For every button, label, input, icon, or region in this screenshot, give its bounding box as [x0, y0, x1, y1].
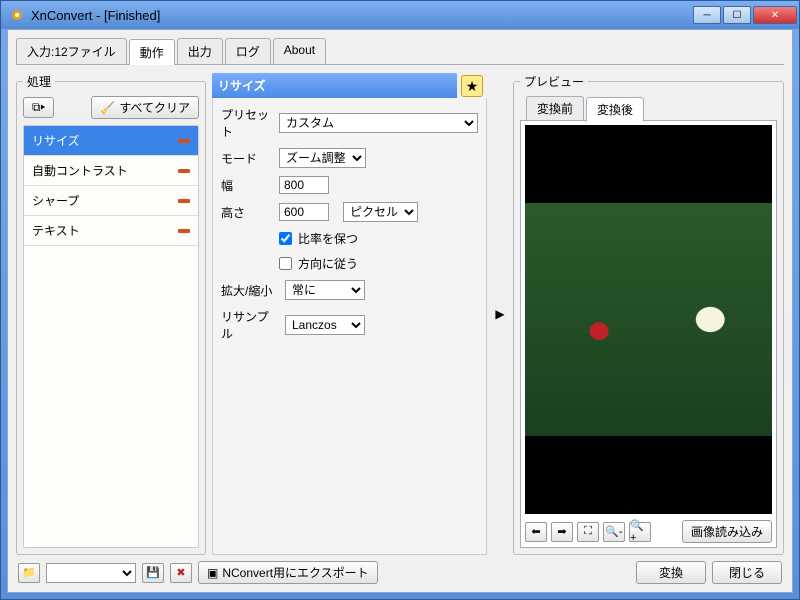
maximize-button[interactable]: ☐: [723, 6, 751, 24]
clear-all-button[interactable]: 🧹 すべてクリア: [91, 96, 199, 119]
follow-orientation-label: 方向に従う: [298, 255, 358, 272]
next-image-button[interactable]: ➡: [551, 522, 573, 542]
tab-actions[interactable]: 動作: [129, 39, 175, 65]
preset-select[interactable]: カスタム: [279, 113, 478, 133]
client-area: 入力:12ファイル 動作 出力 ログ About 処理 ⧉▸ 🧹 すべてクリア: [7, 29, 793, 593]
action-item-text[interactable]: テキスト: [24, 216, 198, 246]
enlarge-select[interactable]: 常に: [285, 280, 365, 300]
tab-log[interactable]: ログ: [225, 38, 271, 64]
open-folder-button[interactable]: 📁: [18, 563, 40, 583]
remove-icon[interactable]: [178, 139, 190, 143]
mode-select[interactable]: ズーム調整: [279, 148, 366, 168]
action-item-sharpen[interactable]: シャープ: [24, 186, 198, 216]
zoom-in-button[interactable]: 🔍+: [629, 522, 651, 542]
next-arrow[interactable]: ▶: [493, 307, 507, 321]
keep-ratio-label: 比率を保つ: [298, 230, 358, 247]
close-app-button[interactable]: 閉じる: [712, 561, 782, 584]
add-action-button[interactable]: ⧉▸: [23, 97, 54, 118]
preview-legend: プレビュー: [520, 73, 588, 90]
settings-column: リサイズ ★ プリセット カスタム モード: [212, 73, 487, 555]
follow-orientation-checkbox[interactable]: [279, 257, 292, 270]
resize-panel-title: リサイズ: [212, 73, 457, 98]
unit-select[interactable]: ピクセル: [343, 202, 418, 222]
export-icon: ▣: [207, 566, 218, 580]
zoom-out-button[interactable]: 🔍-: [603, 522, 625, 542]
resize-panel: プリセット カスタム モード ズーム調整 幅: [212, 98, 487, 555]
main-tabstrip: 入力:12ファイル 動作 出力 ログ About: [16, 38, 784, 65]
minimize-button[interactable]: ─: [693, 6, 721, 24]
prev-image-button[interactable]: ⬅: [525, 522, 547, 542]
titlebar[interactable]: XnConvert - [Finished] ─ ☐ ✕: [1, 1, 799, 29]
close-button[interactable]: ✕: [753, 6, 797, 24]
preview-group: プレビュー 変換前 変換後 ⬅ ➡ ⛶ 🔍- 🔍+: [513, 73, 784, 555]
remove-icon[interactable]: [178, 199, 190, 203]
width-label: 幅: [221, 177, 273, 194]
tab-output[interactable]: 出力: [177, 38, 223, 64]
footer: 📁 💾 ✖ ▣ NConvert用にエクスポート 変換 閉じる: [16, 555, 784, 584]
action-list[interactable]: リサイズ 自動コントラスト シャープ テキスト: [23, 125, 199, 548]
convert-button[interactable]: 変換: [636, 561, 706, 584]
resample-label: リサンプル: [221, 308, 279, 342]
remove-icon[interactable]: [178, 169, 190, 173]
preview-image[interactable]: [525, 125, 772, 514]
clear-icon: 🧹: [100, 101, 115, 115]
resample-select[interactable]: Lanczos: [285, 315, 365, 335]
app-icon: [9, 7, 25, 23]
load-image-button[interactable]: 画像読み込み: [682, 520, 772, 543]
processing-legend: 処理: [23, 73, 55, 90]
preset-label: プリセット: [221, 106, 273, 140]
tab-body: 処理 ⧉▸ 🧹 すべてクリア リサイズ: [16, 65, 784, 555]
preview-toolbar: ⬅ ➡ ⛶ 🔍- 🔍+ 画像読み込み: [525, 514, 772, 543]
preset-dropdown[interactable]: [46, 563, 136, 583]
tab-about[interactable]: About: [273, 38, 326, 64]
preview-tab-after[interactable]: 変換後: [586, 97, 644, 122]
processing-group: 処理 ⧉▸ 🧹 すべてクリア リサイズ: [16, 73, 206, 555]
height-label: 高さ: [221, 204, 273, 221]
width-input[interactable]: [279, 176, 329, 194]
favorite-button[interactable]: ★: [461, 75, 483, 97]
delete-preset-button[interactable]: ✖: [170, 563, 192, 583]
action-item-autocontrast[interactable]: 自動コントラスト: [24, 156, 198, 186]
app-window: XnConvert - [Finished] ─ ☐ ✕ 入力:12ファイル 動…: [0, 0, 800, 600]
save-preset-button[interactable]: 💾: [142, 563, 164, 583]
tab-input[interactable]: 入力:12ファイル: [16, 38, 127, 64]
export-nconvert-button[interactable]: ▣ NConvert用にエクスポート: [198, 561, 378, 584]
window-title: XnConvert - [Finished]: [31, 8, 693, 23]
height-input[interactable]: [279, 203, 329, 221]
preview-image-content: [525, 203, 772, 436]
enlarge-label: 拡大/縮小: [221, 282, 279, 299]
remove-icon[interactable]: [178, 229, 190, 233]
action-item-resize[interactable]: リサイズ: [24, 126, 198, 156]
mode-label: モード: [221, 150, 273, 167]
add-icon: ⧉▸: [32, 100, 45, 115]
preview-tab-before[interactable]: 変換前: [526, 96, 584, 121]
preview-frame: ⬅ ➡ ⛶ 🔍- 🔍+ 画像読み込み: [520, 120, 777, 548]
keep-ratio-checkbox[interactable]: [279, 232, 292, 245]
fit-button[interactable]: ⛶: [577, 522, 599, 542]
